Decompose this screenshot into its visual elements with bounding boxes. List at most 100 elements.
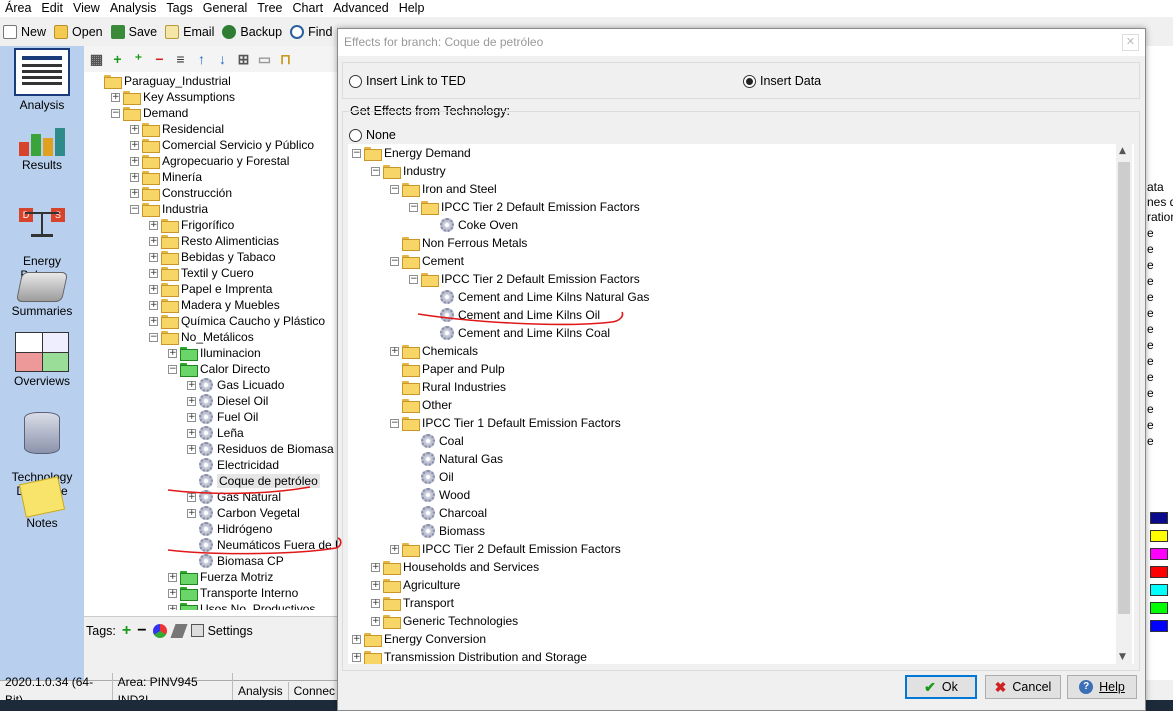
menu-item[interactable]: Help	[394, 0, 430, 17]
collapse-icon[interactable]: −	[111, 108, 120, 118]
tree-node[interactable]: + Resto Alimenticias	[149, 233, 279, 249]
add-multiple-icon[interactable]: ⁺	[130, 51, 147, 68]
tree-node[interactable]: − IPCC Tier 1 Default Emission Factors	[390, 415, 621, 431]
tree-node[interactable]: Hidrógeno	[187, 521, 272, 537]
tree-node[interactable]: + Frigorífico	[149, 217, 234, 233]
insert-link-radio[interactable]: Insert Link to TED	[349, 74, 466, 88]
insert-data-radio[interactable]: Insert Data	[743, 74, 821, 88]
menu-item[interactable]: Edit	[36, 0, 68, 17]
collapse-icon[interactable]: −	[130, 204, 139, 214]
tag-brush-icon[interactable]	[170, 623, 188, 638]
menu-item[interactable]: Analysis	[105, 0, 162, 17]
expand-icon[interactable]: +	[187, 492, 196, 502]
scroll-thumb[interactable]	[1118, 162, 1130, 614]
none-radio[interactable]: None	[349, 128, 396, 142]
save-button[interactable]: Save	[110, 25, 157, 39]
expand-icon[interactable]: +	[130, 156, 139, 166]
close-icon[interactable]: ✕	[1122, 34, 1139, 51]
tree-node[interactable]: Non Ferrous Metals	[390, 235, 527, 251]
expand-icon[interactable]: +	[130, 140, 139, 150]
remove-tag-icon[interactable]: −	[137, 622, 146, 640]
find-button[interactable]: Find	[290, 25, 332, 39]
tree-node[interactable]: + Iluminacion	[168, 345, 261, 361]
collapse-icon[interactable]: −	[390, 184, 399, 194]
tree-node[interactable]: + Agropecuario y Forestal	[130, 153, 289, 169]
expand-icon[interactable]: +	[187, 428, 196, 438]
sidebar-item-results[interactable]: Results	[0, 124, 84, 172]
collapse-icon[interactable]: −	[390, 256, 399, 266]
tree-node[interactable]: Cement and Lime Kilns Oil	[428, 307, 600, 323]
tree-scrollbar[interactable]: ▲ ▼	[1116, 144, 1132, 664]
menu-item[interactable]: Área	[0, 0, 36, 17]
tree-node[interactable]: Cement and Lime Kilns Natural Gas	[428, 289, 649, 305]
collapse-icon[interactable]: −	[409, 274, 418, 284]
move-down-icon[interactable]: ↓	[214, 51, 231, 68]
collapse-icon[interactable]: −	[371, 166, 380, 176]
tree-node[interactable]: + Transporte Interno	[168, 585, 298, 601]
add-tag-icon[interactable]: +	[122, 622, 131, 640]
tree-node[interactable]: + Transmission Distribution and Storage	[352, 649, 587, 664]
email-button[interactable]: Email	[165, 25, 214, 39]
expand-icon[interactable]: +	[149, 284, 158, 294]
delete-branch-icon[interactable]: −	[151, 51, 168, 68]
sidebar-item-analysis[interactable]: Analysis	[0, 48, 84, 112]
expand-icon[interactable]: +	[187, 508, 196, 518]
expand-icon[interactable]: +	[352, 634, 361, 644]
expand-icon[interactable]: +	[168, 588, 177, 598]
move-up-icon[interactable]: ↑	[193, 51, 210, 68]
expand-icon[interactable]: +	[187, 380, 196, 390]
ok-button[interactable]: ✔ Ok	[905, 675, 977, 699]
tree-node[interactable]: + Comercial Servicio y Público	[130, 137, 314, 153]
backup-button[interactable]: Backup	[222, 25, 282, 39]
tree-node[interactable]: − Industry	[371, 163, 446, 179]
tree-node[interactable]: − Calor Directo	[168, 361, 270, 377]
expand-icon[interactable]: +	[149, 300, 158, 310]
tree-node[interactable]: + Construcción	[130, 185, 232, 201]
tree-node[interactable]: + Residencial	[130, 121, 224, 137]
properties-icon[interactable]: ▦	[88, 51, 105, 68]
sidebar-item-notes[interactable]: Notes	[0, 476, 84, 530]
expand-icon[interactable]: +	[130, 172, 139, 182]
tree-node[interactable]: + Agriculture	[371, 577, 460, 593]
tree-node[interactable]: Charcoal	[409, 505, 487, 521]
expand-icon[interactable]: +	[168, 572, 177, 582]
sidebar-item-overviews[interactable]: Overviews	[0, 332, 84, 388]
scroll-down-icon[interactable]: ▼	[1119, 652, 1126, 662]
tree-node[interactable]: Cement and Lime Kilns Coal	[428, 325, 610, 341]
tree-node[interactable]: + Key Assumptions	[111, 89, 235, 105]
tree-node[interactable]: Other	[390, 397, 452, 413]
collapse-icon[interactable]: −	[390, 418, 399, 428]
tag-settings-button[interactable]: Settings	[190, 624, 253, 638]
tree-node[interactable]: − Demand	[111, 105, 188, 121]
add-branch-icon[interactable]: +	[109, 51, 126, 68]
tree-node[interactable]: − No_Metálicos	[149, 329, 254, 345]
tree-node[interactable]: Oil	[409, 469, 454, 485]
open-button[interactable]: Open	[54, 25, 103, 39]
tree-node[interactable]: + Gas Licuado	[187, 377, 284, 393]
expand-icon[interactable]: +	[168, 604, 177, 610]
collapse-icon[interactable]: −	[168, 364, 177, 374]
expand-icon[interactable]: +	[149, 268, 158, 278]
tree-node[interactable]: + Gas Natural	[187, 489, 281, 505]
tree-node[interactable]: Natural Gas	[409, 451, 503, 467]
expand-icon[interactable]: +	[371, 562, 380, 572]
expand-icon[interactable]: +	[187, 412, 196, 422]
tag-filter-icon[interactable]	[152, 623, 167, 638]
tree-node[interactable]: − Energy Demand	[352, 145, 471, 161]
tree-node[interactable]: Coke Oven	[428, 217, 518, 233]
expand-icon[interactable]: +	[371, 580, 380, 590]
collapse-icon[interactable]: −	[352, 148, 361, 158]
sidebar-item-summaries[interactable]: Summaries	[0, 272, 84, 318]
expand-icon[interactable]: +	[352, 652, 361, 662]
expand-icon[interactable]: +	[371, 616, 380, 626]
tree-node[interactable]: + Bebidas y Tabaco	[149, 249, 276, 265]
tree-node[interactable]: + Carbon Vegetal	[187, 505, 300, 521]
tree-node[interactable]: Neumáticos Fuera de Uso	[187, 537, 338, 553]
menu-item[interactable]: Tree	[252, 0, 287, 17]
tree-node[interactable]: Coque de petróleo	[187, 473, 320, 489]
tree-node[interactable]: + Households and Services	[371, 559, 539, 575]
lock-icon[interactable]: ⊓	[277, 51, 294, 68]
menu-item[interactable]: Tags	[161, 0, 197, 17]
menu-item[interactable]: View	[68, 0, 105, 17]
menu-item[interactable]: General	[198, 0, 252, 17]
